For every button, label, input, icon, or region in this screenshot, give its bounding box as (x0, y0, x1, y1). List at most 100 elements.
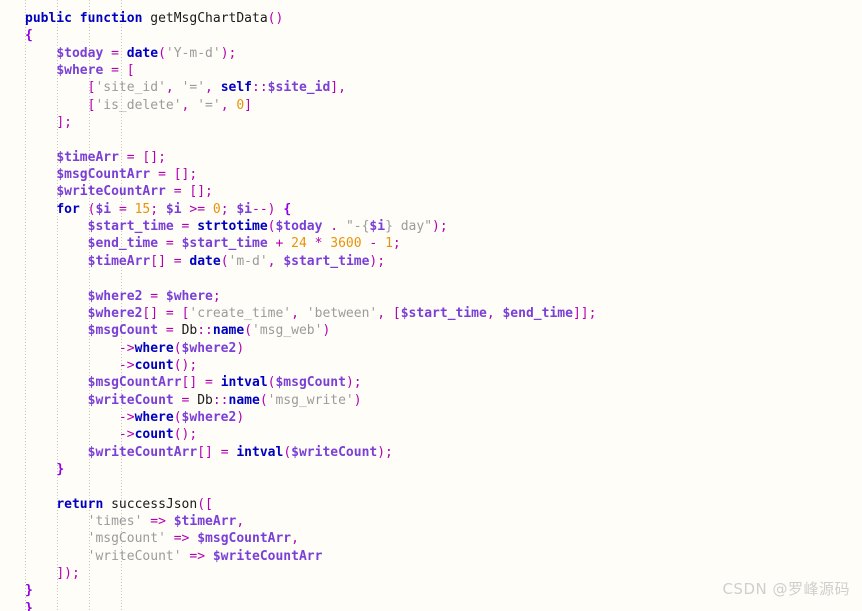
token-var: $msgCountArr (87, 375, 182, 391)
token-ident: Db (197, 392, 213, 408)
token-op: () (267, 11, 284, 26)
token-fn: intval (220, 375, 268, 391)
token-var: $where (56, 63, 104, 79)
code-line: ]); (0, 565, 596, 582)
token-op: ; (212, 288, 221, 304)
token-op: ( (259, 392, 268, 408)
token-op: = (165, 236, 174, 252)
token-op: , (220, 97, 237, 113)
token-op: ]); (56, 566, 80, 581)
token-op: = (205, 375, 213, 391)
token-op: ([ (197, 496, 213, 512)
token-var: $start_time (181, 236, 268, 252)
code-line: $today = date('Y-m-d'); (0, 45, 596, 62)
token-var: $msgCountArr (197, 531, 292, 547)
token-var: $writeCountArr (212, 548, 323, 564)
token-var: $start_time (283, 253, 370, 269)
code-line: $where2 = $where; (0, 288, 596, 305)
token-var: $msgCount (87, 323, 159, 339)
token-str: 'writeCount' (87, 548, 182, 564)
token-op: = (126, 149, 135, 165)
code-line: $writeCountArr = []; (0, 183, 596, 200)
token-var: $timeArr (173, 513, 237, 529)
token-op: []; (189, 184, 213, 200)
token-op: , (236, 513, 245, 529)
code-line: ['site_id', '=', self::$site_id], (0, 79, 596, 96)
token-ident: getMsgChartData (150, 11, 268, 26)
code-line: $writeCountArr[] = intval($writeCount); (0, 444, 596, 461)
token-op: >= (189, 201, 206, 217)
code-line: $timeArr[] = date('m-d', $start_time); (0, 253, 596, 270)
token-op: ); (377, 444, 393, 460)
code-editor-pane[interactable]: public function getMsgChartData(){ $toda… (0, 0, 862, 611)
token-op: = (111, 45, 119, 61)
token-op: ( (283, 444, 292, 460)
code-line: $writeCount = Db::name('msg_write') (0, 392, 596, 409)
token-var: $i (95, 201, 112, 217)
token-var: $i (236, 201, 253, 217)
token-str: '=' (197, 97, 221, 113)
token-op: ); (432, 219, 448, 235)
token-op: - (369, 236, 378, 252)
token-op: => (173, 531, 190, 547)
token-kw: return (56, 496, 104, 512)
code-line: } (0, 582, 596, 599)
token-op: ( (173, 409, 182, 425)
token-fn: name (228, 392, 260, 408)
token-fn: date (189, 253, 221, 269)
token-var: $start_time (87, 219, 174, 235)
code-line: ['is_delete', '=', 0] (0, 97, 596, 114)
token-op: -> (118, 340, 135, 356)
token-fn: intval (236, 444, 284, 460)
token-op: (); (173, 357, 198, 373)
code-line: $msgCountArr[] = intval($msgCount); (0, 374, 596, 391)
token-fn: where (134, 409, 174, 425)
token-op: [] (142, 305, 159, 321)
token-fn: name (212, 323, 245, 339)
token-op: , (267, 253, 284, 269)
token-op: :: (197, 323, 213, 339)
token-op: []; (173, 167, 198, 183)
token-kw: for (56, 201, 80, 217)
token-str: 'm-d' (228, 253, 268, 269)
token-op: , (165, 80, 182, 96)
token-op: , (291, 305, 307, 321)
token-op: (); (173, 427, 198, 443)
code-line: ]; (0, 114, 596, 131)
code-line: $timeArr = []; (0, 149, 596, 166)
token-op: ]]; (572, 305, 597, 321)
token-op: => (189, 548, 206, 564)
code-line: ->where($where2) (0, 340, 596, 357)
token-op: ( (244, 323, 253, 339)
code-line: } (0, 461, 596, 478)
token-op: -> (118, 409, 135, 425)
code-line: 'msgCount' => $msgCountArr, (0, 530, 596, 547)
code-line: $msgCountArr = []; (0, 166, 596, 183)
token-op: ( (173, 340, 182, 356)
token-num: 15 (134, 201, 151, 217)
token-var: $where (165, 288, 213, 304)
token-op: ) (322, 323, 331, 339)
token-op: ; (220, 201, 237, 217)
token-var: $timeArr (56, 149, 119, 165)
token-var: $start_time (400, 305, 487, 321)
token-op: -> (118, 427, 135, 443)
token-var: $where2 (87, 305, 143, 321)
token-str: 'msg_web' (252, 323, 323, 339)
token-op: ( (158, 45, 166, 61)
token-str: 'create_time' (189, 305, 292, 321)
token-var: $writeCountArr (87, 444, 198, 460)
token-str: 'msg_write' (267, 392, 354, 408)
token-br: { (283, 201, 292, 217)
token-op: [] (197, 444, 213, 460)
token-num: 0 (212, 201, 221, 217)
token-num: 0 (236, 97, 245, 113)
token-var: $i (165, 201, 182, 217)
code-line: { (0, 27, 596, 44)
token-var: $i (369, 219, 386, 235)
token-op: = (181, 392, 190, 408)
code-line: $where2[] = ['create_time', 'between', [… (0, 305, 597, 322)
source-code-block[interactable]: public function getMsgChartData(){ $toda… (0, 0, 596, 611)
token-op: = (158, 167, 166, 183)
token-op: ); (369, 253, 386, 269)
